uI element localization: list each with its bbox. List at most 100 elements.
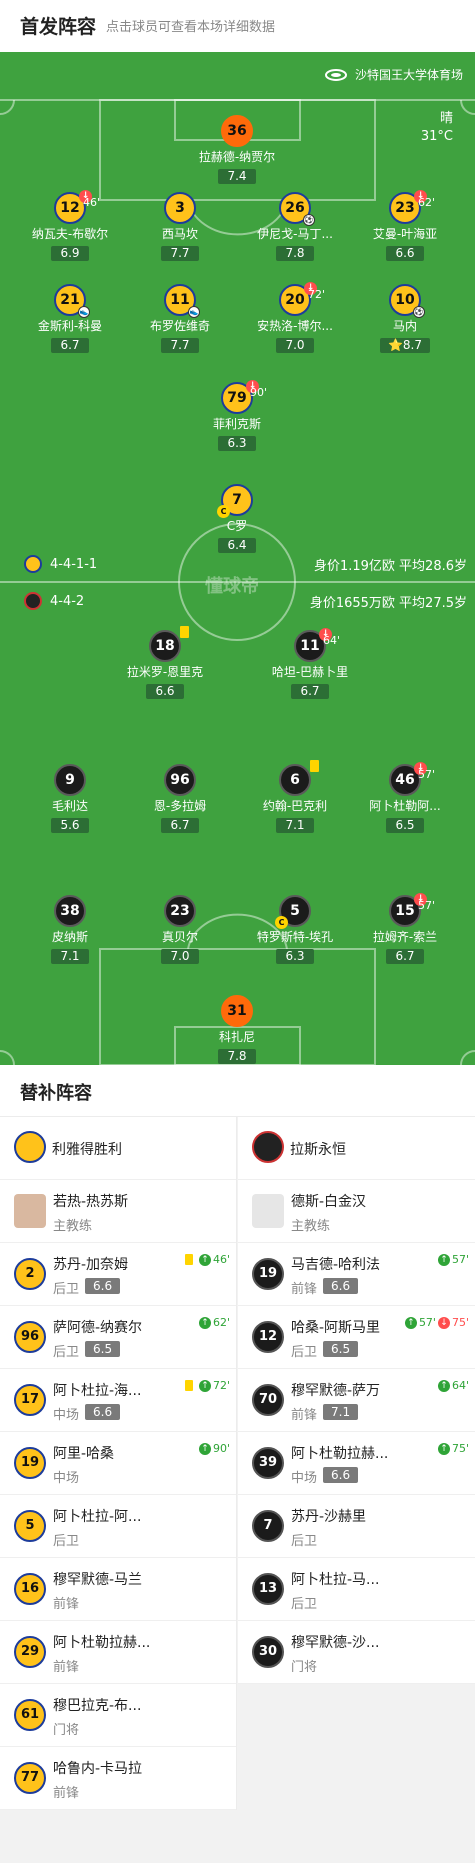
player-rating: 7.4 bbox=[218, 169, 256, 184]
sub-player-row[interactable]: 7 苏丹-沙赫里 后卫 bbox=[238, 1495, 475, 1558]
player-home[interactable]: 36 拉赫德-纳贾尔 7.4 bbox=[182, 115, 292, 184]
player-name: 西马坎 bbox=[161, 227, 198, 241]
sub-out-minute: 75' bbox=[451, 1316, 469, 1329]
sub-player-row[interactable]: 16 穆罕默德-马兰 前锋 bbox=[0, 1558, 236, 1621]
sub-number-badge: 96 bbox=[14, 1321, 46, 1353]
sub-player-row[interactable]: 2 苏丹-加奈姆 后卫 6.6 ↑ 46' bbox=[0, 1243, 236, 1306]
player-rating: 7.8 bbox=[276, 246, 314, 261]
sub-player-row[interactable]: 30 穆罕默德-沙... 门将 bbox=[238, 1621, 475, 1684]
home-team-name: 利雅得胜利 bbox=[52, 1142, 122, 1158]
player-rating: 6.3 bbox=[276, 949, 314, 964]
sub-player-position: 后卫 bbox=[291, 1534, 318, 1549]
sub-player-position: 门将 bbox=[291, 1660, 318, 1675]
player-name: 拉米罗-恩里克 bbox=[126, 665, 204, 679]
sub-player-row[interactable]: 19 阿里-哈桑 中场 ↑ 90' bbox=[0, 1432, 236, 1495]
yellow-card-icon bbox=[184, 1380, 193, 1391]
sub-player-row[interactable]: 19 马吉德-哈利法 前锋 6.6 ↑ 57' bbox=[238, 1243, 475, 1306]
player-home[interactable]: 20 ↓ 72' 安热洛-博尔... 7.0 bbox=[240, 282, 350, 353]
sub-player-name: 萨阿德-纳赛尔 bbox=[53, 1320, 143, 1336]
coach-name: 若热-热苏斯 bbox=[53, 1194, 129, 1210]
sub-player-row[interactable]: 29 阿卜杜勒拉赫... 前锋 bbox=[0, 1621, 236, 1684]
sub-player-rating: 6.5 bbox=[323, 1341, 359, 1357]
player-name: 毛利达 bbox=[51, 799, 88, 813]
sub-player-position: 门将 bbox=[53, 1723, 80, 1738]
home-team-logo-icon bbox=[24, 555, 42, 573]
player-rating: ⭐8.7 bbox=[379, 338, 431, 353]
sub-player-row[interactable]: 39 阿卜杜勒拉赫... 中场 6.6 ↑ 75' bbox=[238, 1432, 475, 1495]
player-home[interactable]: 11 👟 布罗佐维奇 7.7 bbox=[125, 284, 235, 353]
player-name: 菲利克斯 bbox=[212, 417, 261, 431]
player-name: 恩-多拉姆 bbox=[153, 799, 207, 813]
player-name: 拉姆齐-索兰 bbox=[372, 930, 438, 944]
sub-player-position: 前锋 bbox=[53, 1660, 80, 1675]
player-home[interactable]: 23 ↓ 62' 艾曼-叶海亚 6.6 bbox=[350, 190, 460, 261]
yellow-card-icon bbox=[310, 760, 319, 772]
sub-player-row[interactable]: 5 阿卜杜拉-阿... 后卫 bbox=[0, 1495, 236, 1558]
player-away[interactable]: 96 恩-多拉姆 6.7 bbox=[125, 764, 235, 833]
home-coach-row[interactable]: 若热-热苏斯 主教练 bbox=[0, 1180, 236, 1243]
player-away[interactable]: 31 科扎尼 7.8 bbox=[182, 995, 292, 1064]
player-number-badge: 31 bbox=[221, 995, 253, 1027]
sub-player-row[interactable]: 96 萨阿德-纳赛尔 后卫 6.5 ↑ 62' bbox=[0, 1306, 236, 1369]
player-number-badge: 26 ⚽ bbox=[279, 192, 315, 226]
player-home[interactable]: 3 西马坎 7.7 bbox=[125, 192, 235, 261]
sub-in-minute: 46' bbox=[212, 1253, 230, 1266]
captain-icon: C bbox=[217, 505, 230, 518]
player-away[interactable]: 6 约翰-巴克利 7.1 bbox=[240, 760, 350, 833]
sub-player-rating: 6.6 bbox=[323, 1278, 359, 1294]
player-away[interactable]: 46 ↓ 57' 阿卜杜勒阿... 6.5 bbox=[350, 762, 460, 833]
player-home[interactable]: 10 ⚽ 马内 ⭐8.7 bbox=[350, 284, 460, 353]
sub-in-icon: ↑ bbox=[437, 1442, 450, 1455]
player-away[interactable]: 18 拉米罗-恩里克 6.6 bbox=[110, 626, 220, 699]
player-home[interactable]: 79 ↓ 90' 菲利克斯 6.3 bbox=[182, 380, 292, 451]
player-home[interactable]: 21 👟 金斯利-科曼 6.7 bbox=[15, 284, 125, 353]
player-rating: 6.4 bbox=[218, 538, 256, 553]
sub-player-name: 阿卜杜拉-阿... bbox=[53, 1509, 142, 1525]
sub-player-rating: 6.6 bbox=[323, 1467, 359, 1483]
pitch: 沙特国王大学体育场 晴 31°C 懂球帝 4-4-1-1 身价1.19亿欧 平均… bbox=[0, 52, 475, 1065]
sub-player-name: 苏丹-加奈姆 bbox=[53, 1257, 129, 1273]
player-rating: 6.7 bbox=[161, 818, 199, 833]
player-home[interactable]: 12 ↓ 46' 纳瓦夫-布歇尔 6.9 bbox=[15, 190, 125, 261]
player-name: 安热洛-博尔... bbox=[257, 319, 333, 333]
player-rating: 6.7 bbox=[51, 338, 89, 353]
player-name: 约翰-巴克利 bbox=[262, 799, 328, 813]
sub-player-row[interactable]: 61 穆巴拉克-布... 门将 bbox=[0, 1684, 236, 1747]
sub-in-minute: 75' bbox=[451, 1442, 469, 1455]
player-away[interactable]: 5 C 特罗斯特-埃孔 6.3 bbox=[240, 895, 350, 964]
player-away[interactable]: 15 ↓ 57' 拉姆齐-索兰 6.7 bbox=[350, 893, 460, 964]
player-number-badge: 3 bbox=[164, 192, 196, 224]
away-team-row[interactable]: 拉斯永恒 bbox=[238, 1117, 475, 1180]
player-away[interactable]: 11 ↓ 64' 哈坦-巴赫卜里 6.7 bbox=[255, 628, 365, 699]
sub-player-name: 马吉德-哈利法 bbox=[291, 1257, 381, 1273]
player-number-badge: 9 bbox=[54, 764, 86, 796]
sub-player-row[interactable]: 17 阿卜杜拉-海... 中场 6.6 ↑ 72' bbox=[0, 1369, 236, 1432]
player-number-badge: 5C bbox=[275, 895, 311, 929]
sub-player-row[interactable]: 12 哈桑-阿斯马里 后卫 6.5 ↑ 57' ↓ 75' bbox=[238, 1306, 475, 1369]
player-away[interactable]: 23 真贝尔 7.0 bbox=[125, 895, 235, 964]
player-away[interactable]: 38 皮纳斯 7.1 bbox=[15, 895, 125, 964]
subs-header: 替补阵容 bbox=[0, 1065, 475, 1117]
sub-in-minute: 62' bbox=[212, 1316, 230, 1329]
sub-number-badge: 13 bbox=[252, 1573, 284, 1605]
player-home[interactable]: 26 ⚽ 伊尼戈-马丁... 7.8 bbox=[240, 192, 350, 261]
player-rating: 7.7 bbox=[161, 338, 199, 353]
home-team-row[interactable]: 利雅得胜利 bbox=[0, 1117, 236, 1180]
player-number-badge: 18 bbox=[149, 626, 189, 662]
player-rating: 7.7 bbox=[161, 246, 199, 261]
sub-in-icon: ↑ bbox=[198, 1316, 211, 1329]
sub-minute: 57' bbox=[418, 899, 436, 912]
sub-player-row[interactable]: 77 哈鲁内-卡马拉 前锋 bbox=[0, 1747, 236, 1810]
player-number-badge: 11 ↓ 64' bbox=[294, 628, 340, 662]
goal-ball-icon: ⚽ bbox=[303, 214, 315, 226]
stadium-icon bbox=[324, 68, 347, 81]
sub-player-row[interactable]: 13 阿卜杜拉-马... 后卫 bbox=[238, 1558, 475, 1621]
sub-minute: 62' bbox=[418, 196, 436, 209]
player-home[interactable]: 7 C C罗 6.4 bbox=[182, 484, 292, 553]
player-away[interactable]: 9 毛利达 5.6 bbox=[15, 764, 125, 833]
yellow-card-icon bbox=[180, 626, 189, 638]
away-coach-row[interactable]: 德斯-白金汉 主教练 bbox=[238, 1180, 475, 1243]
away-team-logo-icon bbox=[24, 592, 42, 610]
sub-player-row[interactable]: 70 穆罕默德-萨万 前锋 7.1 ↑ 64' bbox=[238, 1369, 475, 1432]
sub-number-badge: 16 bbox=[14, 1573, 46, 1605]
